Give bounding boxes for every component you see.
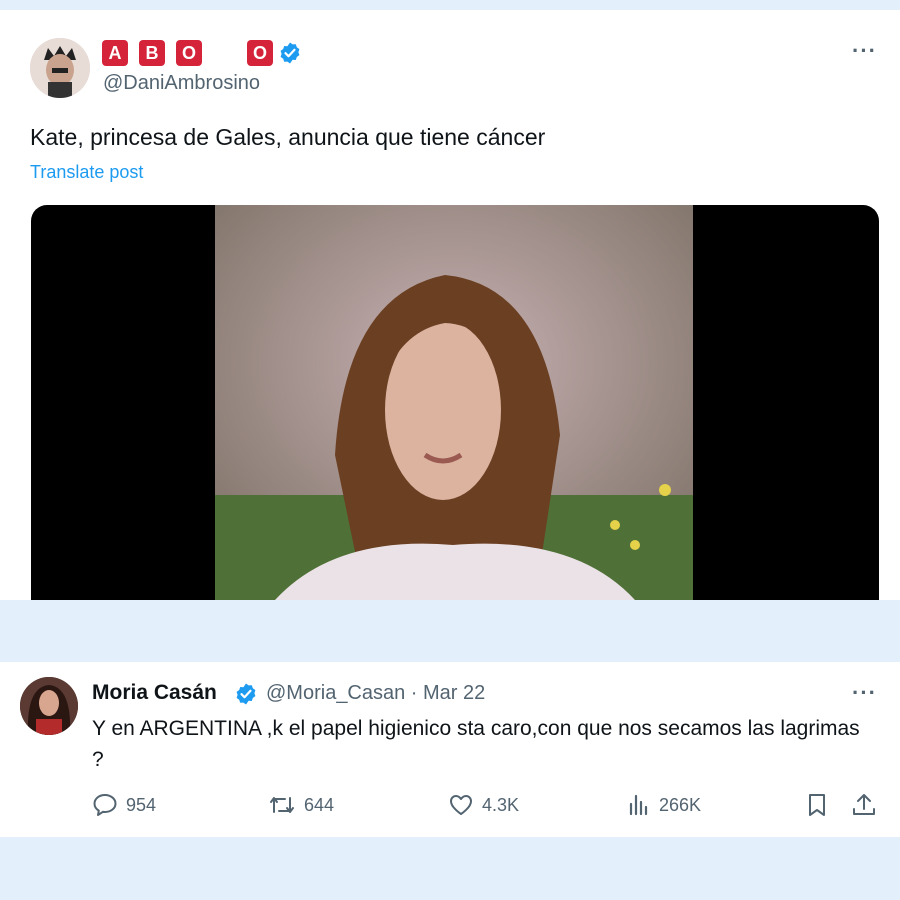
name-badge: O xyxy=(247,40,273,66)
bookmark-icon[interactable] xyxy=(806,792,828,823)
reply-author-name[interactable]: Moria Casán xyxy=(92,681,217,705)
author-name-badges: A B O O xyxy=(102,40,303,66)
views-icon xyxy=(629,794,648,816)
verified-icon xyxy=(277,40,303,66)
reply-action[interactable]: 954 xyxy=(92,793,156,817)
post-text: Kate, princesa de Gales, anuncia que tie… xyxy=(30,124,546,150)
author-avatar[interactable] xyxy=(30,38,90,98)
reply-count: 954 xyxy=(126,794,157,815)
verified-icon xyxy=(233,681,259,707)
video-frame xyxy=(215,205,693,600)
name-badge: B xyxy=(139,40,165,66)
reply-author-avatar[interactable] xyxy=(20,677,78,735)
translate-post-link[interactable]: Translate post xyxy=(30,162,143,183)
more-options-icon[interactable]: ··· xyxy=(852,680,877,706)
repost-action[interactable]: 644 xyxy=(268,793,334,817)
comment-icon xyxy=(93,794,117,816)
reply-text: Y en ARGENTINA ,k el papel higienico sta… xyxy=(92,717,860,771)
views-action[interactable]: 266K xyxy=(627,793,701,817)
author-handle[interactable]: @DaniAmbrosino xyxy=(103,72,260,95)
repost-icon xyxy=(270,797,294,813)
like-action[interactable]: 4.3K xyxy=(448,793,519,817)
repost-count: 644 xyxy=(304,794,335,815)
name-badge: A xyxy=(102,40,128,66)
name-badge: O xyxy=(176,40,202,66)
share-icon[interactable] xyxy=(851,792,877,823)
more-options-icon[interactable]: ··· xyxy=(852,38,877,64)
views-count: 266K xyxy=(659,794,702,815)
reply-handle-date[interactable]: @Moria_Casan · Mar 22 xyxy=(266,682,485,705)
heart-icon xyxy=(450,795,472,815)
post-video[interactable] xyxy=(31,205,879,600)
like-count: 4.3K xyxy=(482,794,520,815)
